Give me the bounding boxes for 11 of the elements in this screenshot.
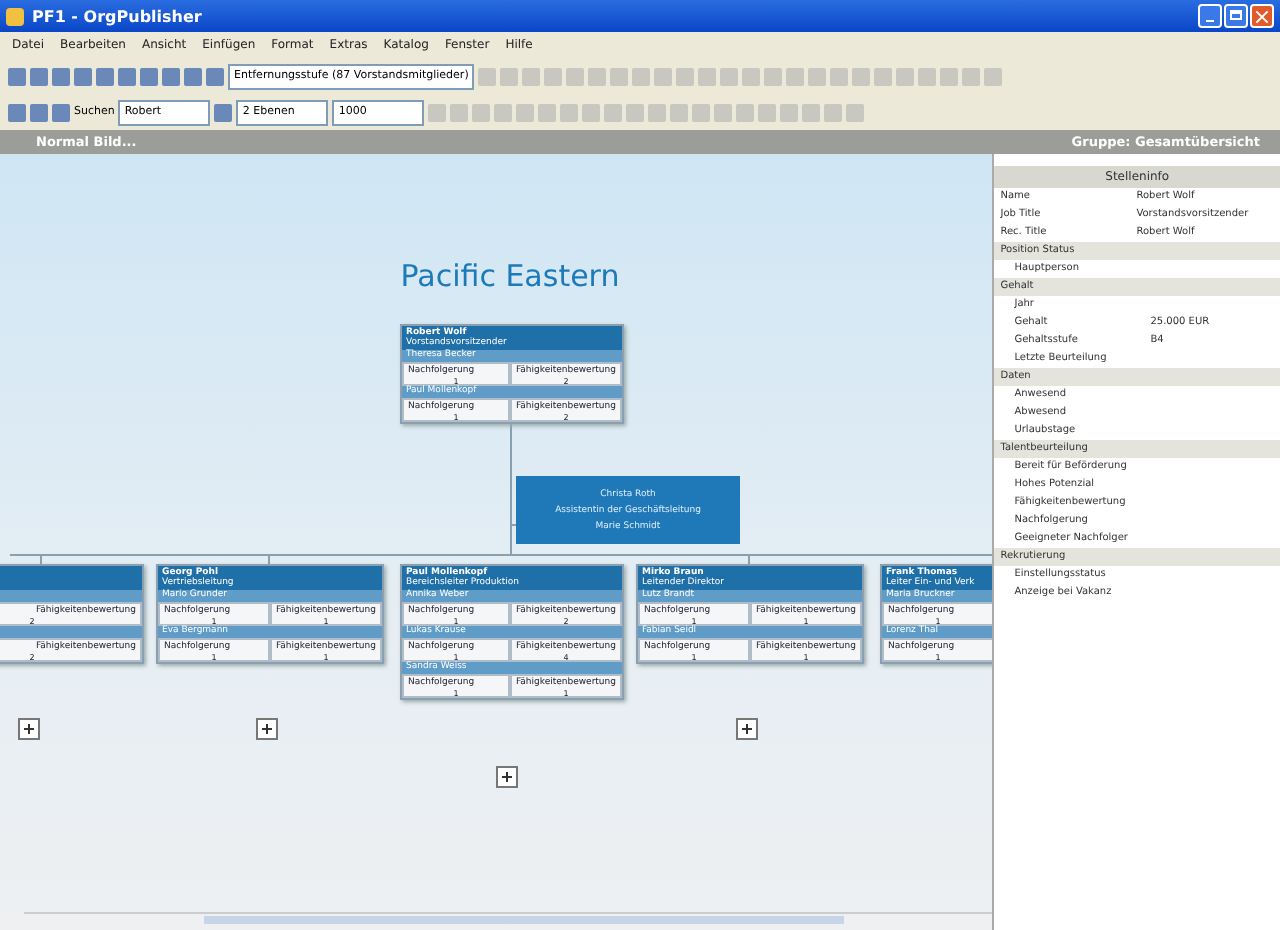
expand-button[interactable] (18, 718, 40, 740)
chart-title: Pacific Eastern (398, 258, 622, 294)
expand-button[interactable] (736, 718, 758, 740)
expand-button[interactable] (256, 718, 278, 740)
minimize-button[interactable] (1198, 4, 1222, 28)
window-title: PF1 - OrgPublisher (32, 7, 204, 25)
app-icon (6, 7, 24, 25)
horizontal-scrollbar[interactable] (24, 912, 993, 926)
maximize-button[interactable] (1224, 4, 1248, 28)
expand-button[interactable] (496, 766, 518, 788)
close-button[interactable] (1250, 4, 1274, 28)
